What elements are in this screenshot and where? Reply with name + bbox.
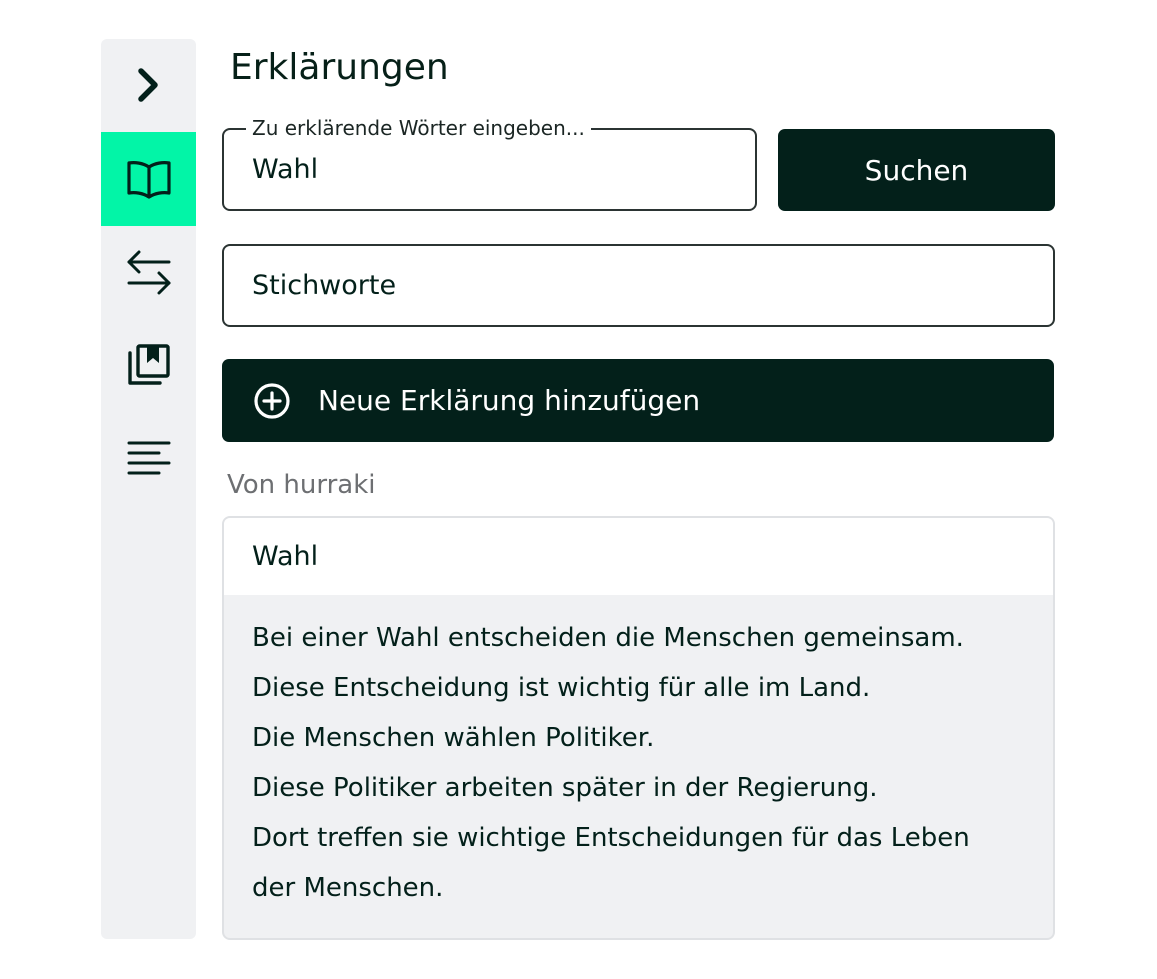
chevron-right-icon	[135, 65, 163, 105]
search-field: Zu erklärende Wörter eingeben...	[222, 114, 757, 211]
text-lines-icon	[127, 439, 171, 477]
explanation-line: Die Menschen wählen Politiker.	[252, 723, 655, 753]
bookmarks-icon	[127, 343, 171, 387]
search-input[interactable]	[224, 130, 755, 209]
source-label: Von hurraki	[227, 470, 376, 500]
explanation-line: Diese Politiker arbeiten später in der R…	[252, 773, 878, 803]
explanation-line: der Menschen.	[252, 873, 444, 903]
sidebar-expand-button[interactable]	[101, 39, 196, 131]
explanation-card: Wahl Bei einer Wahl entscheiden die Mens…	[222, 516, 1055, 940]
explanation-body: Bei einer Wahl entscheiden die Menschen …	[224, 595, 1053, 913]
sidebar	[101, 39, 196, 939]
plus-circle-icon	[253, 382, 291, 420]
swap-arrows-icon	[125, 247, 173, 297]
page-title: Erklärungen	[230, 47, 449, 88]
sidebar-item-translate[interactable]	[101, 226, 196, 318]
explanation-line: Diese Entscheidung ist wichtig für alle …	[252, 673, 871, 703]
sidebar-item-explanations[interactable]	[101, 132, 196, 226]
explanation-line: Bei einer Wahl entscheiden die Menschen …	[252, 623, 964, 653]
add-explanation-button[interactable]: Neue Erklärung hinzufügen	[222, 359, 1054, 442]
search-button[interactable]: Suchen	[778, 129, 1055, 211]
explanation-line: Dort treffen sie wichtige Entscheidungen…	[252, 823, 970, 853]
tags-field	[222, 244, 1055, 327]
tags-input[interactable]	[224, 246, 1053, 325]
add-explanation-label: Neue Erklärung hinzufügen	[318, 384, 701, 417]
sidebar-item-bookmarks[interactable]	[101, 319, 196, 411]
book-icon	[126, 159, 172, 199]
explanation-term[interactable]: Wahl	[224, 518, 1053, 595]
sidebar-item-text[interactable]	[101, 412, 196, 504]
